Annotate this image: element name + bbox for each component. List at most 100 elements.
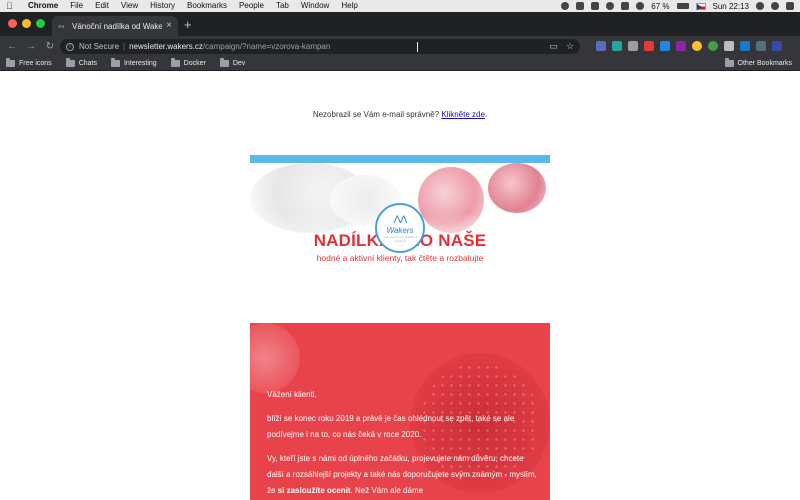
logo-word: Wakers [386, 226, 414, 235]
extension-icon[interactable] [660, 41, 670, 51]
top-blue-stripe [250, 155, 550, 163]
bookmark-label: Dev [232, 60, 246, 67]
paragraph-2-bold: si zasloužíte ocenit [277, 486, 351, 495]
text-cursor-icon [417, 42, 420, 52]
drive-icon[interactable] [591, 2, 600, 10]
fullscreen-window-button[interactable] [36, 19, 45, 28]
notice-period: . [484, 110, 488, 119]
bookmark-folder-chats[interactable]: Chats [65, 58, 97, 67]
logo-tagline: vývoj webových aplikací a systémů [382, 235, 418, 243]
new-tab-button[interactable]: + [184, 18, 192, 32]
subheadline: hodné a aktivní klienty, tak čtěte a roz… [316, 253, 484, 263]
siri-icon[interactable] [771, 2, 779, 10]
extension-icon[interactable] [740, 41, 750, 51]
other-bookmarks-label: Other Bookmarks [737, 60, 792, 67]
extension-icon[interactable] [644, 41, 654, 51]
wakers-mountain-icon: ΛΛ [393, 214, 408, 226]
wakers-logo[interactable]: ΛΛ Wakers vývoj webových aplikací a syst… [375, 203, 425, 253]
wifi-icon[interactable] [636, 2, 645, 10]
menu-window[interactable]: Window [301, 0, 329, 12]
time-machine-icon[interactable] [606, 2, 615, 10]
menu-view[interactable]: View [121, 0, 138, 12]
folder-icon [6, 58, 15, 67]
christmas-bauble-image [488, 163, 546, 213]
folder-icon [724, 58, 734, 67]
folder-icon [170, 58, 180, 67]
minimize-window-button[interactable] [22, 19, 31, 28]
bookmark-folder-dev[interactable]: Dev [219, 58, 246, 67]
bookmark-star-icon[interactable]: ☆ [566, 41, 574, 52]
back-button[interactable]: ← [4, 39, 20, 55]
user-icon[interactable] [756, 2, 764, 10]
bookmark-folder-interesting[interactable]: Interesting [110, 58, 157, 67]
tab-title: Vánoční nadílka od Wakers 🎁 [72, 21, 163, 31]
extension-icon[interactable] [676, 41, 686, 51]
bauble-highlight [250, 323, 300, 393]
web-page: Nezobrazil se Vám e-mail správně? Klikně… [0, 72, 800, 500]
input-source-flag-icon[interactable] [695, 2, 706, 10]
status-area: 67 % Sun 22:13 [561, 2, 794, 11]
chrome-extension-icon[interactable] [692, 41, 702, 51]
url-path: /campaign/?name=vzorova-kampan [202, 42, 331, 51]
apple-icon[interactable]:  [6, 1, 14, 11]
battery-percent[interactable]: 67 % [651, 2, 669, 11]
paragraph-2: Vy, kteří jste s námi od úplného začátku… [267, 451, 537, 499]
letter-body: Vážení klienti, blíží se konec roku 2019… [267, 387, 537, 500]
url-host: newsletter.wakers.cz [129, 42, 203, 51]
reload-button[interactable]: ↻ [42, 39, 58, 55]
macos-menubar:  Chrome File Edit View History Bookmark… [0, 0, 800, 12]
notice-text: Nezobrazil se Vám e-mail správně? [312, 110, 440, 119]
paragraph-2-end: . Než Vám ale dáme [350, 486, 424, 495]
tab-strip: ∾ Vánoční nadílka od Wakers 🎁 × + [0, 12, 800, 36]
extension-icon[interactable] [596, 41, 606, 51]
wakers-favicon-icon: ∾ [58, 21, 65, 31]
security-status[interactable]: Not Secure [79, 42, 119, 51]
bookmark-label: Chats [78, 60, 97, 67]
extension-icon[interactable] [772, 41, 782, 51]
close-window-button[interactable] [8, 19, 17, 28]
bookmark-label: Docker [183, 60, 206, 67]
bookmark-label: Free icons [19, 60, 52, 67]
paragraph-1: blíží se konec roku 2019 a právě je čas … [267, 414, 515, 439]
greeting: Vážení klienti, [267, 390, 317, 399]
menu-history[interactable]: History [150, 0, 175, 12]
forward-button[interactable]: → [23, 39, 39, 55]
folder-icon [110, 58, 120, 67]
tab-active[interactable]: ∾ Vánoční nadílka od Wakers 🎁 × [52, 16, 178, 36]
bookmark-folder-docker[interactable]: Docker [170, 58, 206, 67]
menu-app-chrome[interactable]: Chrome [28, 0, 58, 12]
email-view-notice: Nezobrazil se Vám e-mail správně? Klikně… [0, 110, 800, 119]
menu-tab[interactable]: Tab [276, 0, 289, 12]
menu-help[interactable]: Help [341, 0, 357, 12]
folder-icon [65, 58, 75, 67]
site-info-icon[interactable]: i [66, 42, 74, 51]
omnibox-actions: ▭ ☆ [549, 41, 574, 52]
dropbox-icon[interactable] [576, 2, 585, 10]
extension-icon[interactable] [724, 41, 734, 51]
menu-edit[interactable]: Edit [95, 0, 109, 12]
newsletter-email: ΛΛ Wakers vývoj webových aplikací a syst… [250, 155, 550, 500]
extensions-area: ⋮ [596, 40, 800, 52]
notification-center-icon[interactable] [786, 2, 794, 10]
address-bar[interactable]: i Not Secure | newsletter.wakers.cz /cam… [60, 39, 580, 54]
tab-close-icon[interactable]: × [166, 21, 172, 31]
extension-icon[interactable] [628, 41, 638, 51]
battery-icon[interactable] [676, 3, 689, 9]
extension-icon[interactable] [756, 41, 766, 51]
other-bookmarks-folder[interactable]: Other Bookmarks [724, 58, 792, 67]
extension-icon[interactable] [708, 41, 718, 51]
extension-icon[interactable] [612, 41, 622, 51]
bookmark-folder-free-icons[interactable]: Free icons [6, 58, 52, 67]
cast-icon[interactable]: ▭ [549, 41, 558, 52]
bookmark-label: Interesting [123, 60, 157, 67]
menu-file[interactable]: File [70, 0, 83, 12]
menu-people[interactable]: People [239, 0, 264, 12]
bluetooth-icon[interactable] [621, 2, 630, 10]
menubar-clock[interactable]: Sun 22:13 [713, 2, 749, 11]
status-app-icon[interactable] [561, 2, 570, 10]
view-in-browser-link[interactable]: Klikněte zde [441, 110, 485, 119]
folder-icon [219, 58, 229, 67]
letter-section: Vážení klienti, blíží se konec roku 2019… [250, 323, 550, 500]
menu-bookmarks[interactable]: Bookmarks [187, 0, 227, 12]
bookmarks-bar: Free icons Chats Interesting Docker Dev … [0, 57, 800, 71]
